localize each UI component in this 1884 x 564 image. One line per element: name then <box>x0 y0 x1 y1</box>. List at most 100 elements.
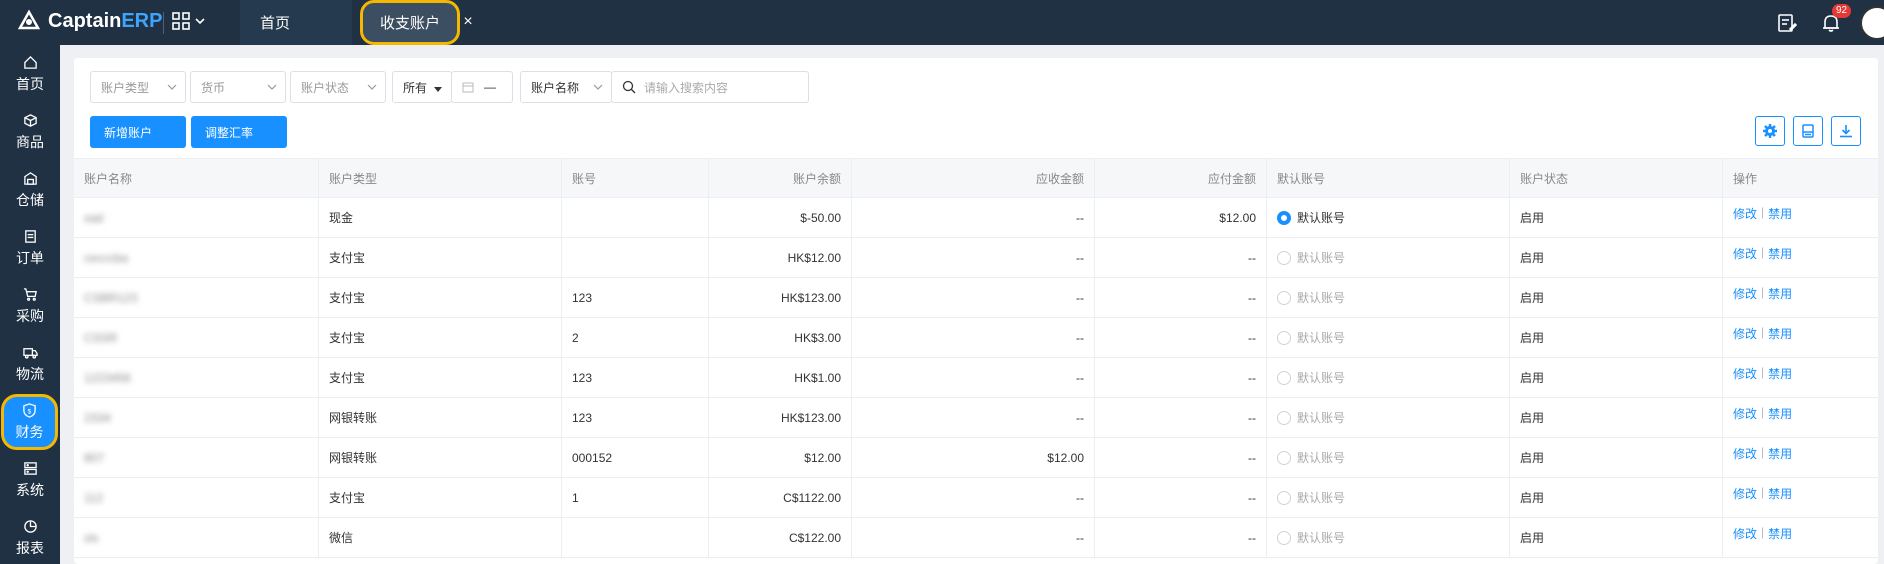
sidebar-item-label: 报表 <box>16 539 44 556</box>
date-range-picker[interactable]: — <box>451 71 513 103</box>
sidebar-item-home[interactable]: 首页 <box>0 47 60 101</box>
table-header: 账户名称 账户类型 账号 账户余额 应收金额 应付金额 默认账号 账户状态 操作 <box>74 158 1878 198</box>
edit-link[interactable]: 修改 <box>1733 445 1757 462</box>
default-account-radio[interactable]: 默认账号 <box>1267 318 1510 357</box>
default-account-radio[interactable]: 默认账号 <box>1267 398 1510 437</box>
account-type-select[interactable]: 账户类型 <box>90 71 186 103</box>
default-account-radio[interactable]: 默认账号 <box>1267 238 1510 277</box>
bell-icon[interactable]: 92 <box>1820 3 1852 34</box>
download-button[interactable] <box>1831 116 1861 146</box>
sidebar-item-label: 物流 <box>16 365 44 382</box>
sidebar-item-orders[interactable]: 订单 <box>0 221 60 275</box>
account-balance: C$122.00 <box>709 518 852 557</box>
receivable-amount: -- <box>852 518 1095 557</box>
add-account-button[interactable]: 新增账户 <box>90 116 186 148</box>
cart-icon <box>23 287 37 301</box>
sidebar-item-label: 采购 <box>16 307 44 324</box>
edit-link[interactable]: 修改 <box>1733 485 1757 502</box>
search-input[interactable]: 请输入搜索内容 <box>611 71 809 103</box>
sidebar-item-warehouse[interactable]: 仓储 <box>0 163 60 217</box>
tab-accounts[interactable]: 收支账户 <box>360 0 460 45</box>
avatar[interactable] <box>1860 5 1884 40</box>
default-label: 默认账号 <box>1297 531 1346 545</box>
apps-grid-icon <box>172 12 190 30</box>
edit-link[interactable]: 修改 <box>1733 245 1757 262</box>
default-label: 默认账号 <box>1297 451 1346 465</box>
sidebar-item-purchase[interactable]: 采购 <box>0 279 60 333</box>
account-name: 112 <box>84 490 104 505</box>
default-account-radio[interactable]: 默认账号 <box>1267 518 1510 557</box>
disable-link[interactable]: 禁用 <box>1768 485 1792 502</box>
search-icon <box>622 80 636 94</box>
edit-link[interactable]: 修改 <box>1733 205 1757 222</box>
disable-link[interactable]: 禁用 <box>1768 365 1792 382</box>
default-account-radio[interactable]: 默认账号 <box>1267 438 1510 477</box>
apps-menu-button[interactable] <box>172 12 206 30</box>
payable-amount: -- <box>1095 398 1267 437</box>
sidebar-item-system[interactable]: 系统 <box>0 453 60 507</box>
edit-link[interactable]: 修改 <box>1733 405 1757 422</box>
chevron-down-icon <box>167 84 177 90</box>
default-label: 默认账号 <box>1297 251 1346 265</box>
table-row: 1223456 支付宝 123 HK$1.00 -- -- 默认账号 启用 修改… <box>74 358 1878 398</box>
receivable-amount: $12.00 <box>852 438 1095 477</box>
account-balance: HK$123.00 <box>709 398 852 437</box>
print-button[interactable] <box>1793 116 1823 146</box>
account-name-field-select[interactable]: 账户名称 <box>520 71 612 103</box>
account-number <box>562 238 709 277</box>
sidebar-item-logistics[interactable]: 物流 <box>0 337 60 391</box>
tab-home[interactable]: 首页 <box>240 0 352 45</box>
disable-link[interactable]: 禁用 <box>1768 405 1792 422</box>
payable-amount: -- <box>1095 438 1267 477</box>
settings-button[interactable] <box>1755 116 1785 146</box>
account-type: 支付宝 <box>319 238 562 277</box>
table-row: 112 支付宝 1 C$1122.00 -- -- 默认账号 启用 修改 | 禁用 <box>74 478 1878 518</box>
table-row: cecccba 支付宝 HK$12.00 -- -- 默认账号 启用 修改 | 禁用 <box>74 238 1878 278</box>
edit-link[interactable]: 修改 <box>1733 285 1757 302</box>
chevron-down-icon <box>367 84 377 90</box>
disable-link[interactable]: 禁用 <box>1768 205 1792 222</box>
brand-main: Captain <box>48 9 122 32</box>
notes-icon[interactable] <box>1776 12 1798 34</box>
column-header: 操作 <box>1733 171 1758 186</box>
edit-link[interactable]: 修改 <box>1733 525 1757 542</box>
account-number: 123 <box>562 358 709 397</box>
table-row: CSBR123 支付宝 123 HK$123.00 -- -- 默认账号 启用 … <box>74 278 1878 318</box>
sidebar-item-reports[interactable]: 报表 <box>0 511 60 564</box>
default-account-radio[interactable]: 默认账号 <box>1267 478 1510 517</box>
account-type: 支付宝 <box>319 358 562 397</box>
notification-badge: 92 <box>1832 3 1852 18</box>
tab-close-icon[interactable]: × <box>459 13 477 31</box>
gear-icon <box>1763 124 1777 138</box>
edit-link[interactable]: 修改 <box>1733 365 1757 382</box>
disable-link[interactable]: 禁用 <box>1768 445 1792 462</box>
account-status: 启用 <box>1510 318 1723 357</box>
account-balance: $-50.00 <box>709 198 852 237</box>
scope-select[interactable]: 所有 <box>392 71 452 103</box>
account-balance: HK$1.00 <box>709 358 852 397</box>
sidebar-item-products[interactable]: 商品 <box>0 105 60 159</box>
sidebar-item-finance[interactable]: $ 财务 <box>1 394 58 450</box>
disable-link[interactable]: 禁用 <box>1768 525 1792 542</box>
sidebar-item-label: 首页 <box>16 75 44 92</box>
link-divider: | <box>1761 445 1765 459</box>
app-logo[interactable]: Captain ERP <box>16 8 162 34</box>
default-label: 默认账号 <box>1297 491 1346 505</box>
chevron-down-icon <box>195 18 205 25</box>
disable-link[interactable]: 禁用 <box>1768 285 1792 302</box>
disable-link[interactable]: 禁用 <box>1768 325 1792 342</box>
edit-link[interactable]: 修改 <box>1733 325 1757 342</box>
default-account-radio[interactable]: 默认账号 <box>1267 278 1510 317</box>
radio-unchecked-icon <box>1277 330 1291 345</box>
currency-select[interactable]: 货币 <box>190 71 286 103</box>
default-account-radio[interactable]: 默认账号 <box>1267 198 1510 237</box>
disable-link[interactable]: 禁用 <box>1768 245 1792 262</box>
account-status-select[interactable]: 账户状态 <box>290 71 386 103</box>
receivable-amount: -- <box>852 478 1095 517</box>
column-header: 账户状态 <box>1510 159 1723 197</box>
adjust-rate-button[interactable]: 调整汇率 <box>191 116 287 148</box>
radio-unchecked-icon <box>1277 530 1291 545</box>
account-number: 123 <box>562 278 709 317</box>
account-balance: $12.00 <box>709 438 852 477</box>
default-account-radio[interactable]: 默认账号 <box>1267 358 1510 397</box>
